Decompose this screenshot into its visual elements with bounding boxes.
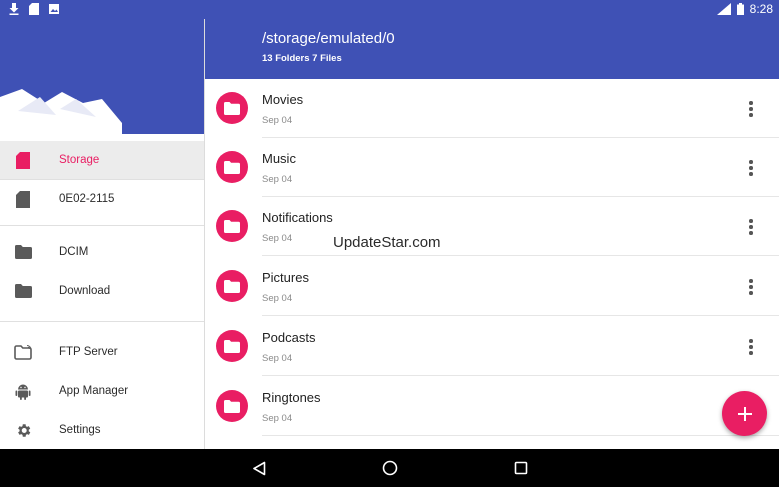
file-name: Ringtones [262, 390, 321, 405]
home-circle-icon [382, 460, 398, 476]
system-navigation-bar [0, 449, 779, 487]
back-triangle-icon [253, 461, 266, 475]
file-name: Pictures [262, 270, 309, 285]
file-name: Podcasts [262, 330, 316, 345]
file-name: Music [262, 151, 296, 166]
drawer-item-label: Storage [59, 154, 100, 166]
drawer-item-label: FTP Server [59, 346, 118, 358]
file-name: Movies [262, 92, 304, 107]
file-date: Sep 04 [262, 115, 293, 126]
list-item[interactable]: Pictures Sep 04 [205, 257, 779, 316]
folder-icon [216, 330, 248, 362]
image-icon [49, 4, 59, 14]
folder-file-count: 13 Folders 7 Files [262, 53, 342, 64]
status-bar: 8:28 [0, 0, 779, 19]
list-item[interactable]: Movies Sep 04 [205, 79, 779, 138]
folder-icon [216, 270, 248, 302]
more-vert-icon[interactable] [743, 276, 759, 298]
file-date: Sep 04 [262, 174, 293, 185]
sd-card-icon [14, 190, 32, 208]
folder-icon [14, 282, 32, 300]
more-vert-icon[interactable] [743, 336, 759, 358]
recents-button[interactable] [511, 458, 531, 478]
file-date: Sep 04 [262, 353, 293, 364]
folder-icon [216, 92, 248, 124]
divider [0, 225, 204, 226]
current-path: /storage/emulated/0 [262, 30, 395, 47]
header-illustration [0, 89, 122, 134]
sd-card-icon [14, 151, 32, 169]
folder-icon [14, 243, 32, 261]
file-date: Sep 04 [262, 293, 293, 304]
divider [0, 321, 204, 322]
drawer-item-dcim[interactable]: DCIM [0, 233, 204, 271]
drawer-item-label: App Manager [59, 385, 129, 397]
add-fab-button[interactable] [722, 391, 767, 436]
drawer-item-settings[interactable]: Settings [0, 411, 204, 449]
android-icon [14, 382, 32, 400]
more-vert-icon[interactable] [743, 98, 759, 120]
watermark: UpdateStar.com [333, 234, 441, 251]
file-date: Sep 04 [262, 233, 293, 244]
drawer-item-download[interactable]: Download [0, 272, 204, 310]
more-vert-icon[interactable] [743, 216, 759, 238]
file-list: Movies Sep 04 Music Sep 04 Notifications… [205, 79, 779, 449]
clock: 8:28 [749, 2, 773, 16]
file-name: Notifications [262, 210, 333, 225]
drawer-item-label: 0E02-2115 [59, 193, 115, 205]
list-item[interactable]: Ringtones Sep 04 [205, 377, 779, 436]
file-manager-screen: 8:28 Storage 0E02-2115 DCIM Download FTP… [0, 0, 779, 487]
drawer-item-label: DCIM [59, 246, 89, 258]
more-vert-icon[interactable] [743, 157, 759, 179]
drawer-item-sd-card[interactable]: 0E02-2115 [0, 180, 204, 218]
recents-square-icon [514, 461, 528, 475]
folder-icon [216, 210, 248, 242]
signal-icon [716, 3, 731, 15]
drawer-item-app-manager[interactable]: App Manager [0, 372, 204, 410]
back-button[interactable] [249, 458, 269, 478]
home-button[interactable] [380, 458, 400, 478]
folder-icon [216, 390, 248, 422]
sd-card-icon [29, 3, 39, 15]
drawer-item-storage[interactable]: Storage [0, 141, 204, 179]
plus-icon [737, 406, 752, 421]
battery-icon [736, 3, 744, 15]
drawer-header [0, 19, 204, 134]
gear-icon [14, 421, 32, 439]
navigation-drawer: Storage 0E02-2115 DCIM Download FTP Serv… [0, 19, 204, 449]
ftp-folder-icon [14, 343, 32, 361]
file-date: Sep 04 [262, 413, 293, 424]
folder-icon [216, 151, 248, 183]
list-item[interactable]: Podcasts Sep 04 [205, 317, 779, 376]
drawer-item-ftp-server[interactable]: FTP Server [0, 333, 204, 371]
list-item[interactable]: Music Sep 04 [205, 138, 779, 197]
drawer-item-label: Download [59, 285, 111, 297]
list-item[interactable]: Notifications Sep 04 [205, 197, 779, 256]
app-bar: /storage/emulated/0 13 Folders 7 Files [205, 19, 779, 79]
drawer-item-label: Settings [59, 424, 101, 436]
download-icon [9, 3, 19, 15]
